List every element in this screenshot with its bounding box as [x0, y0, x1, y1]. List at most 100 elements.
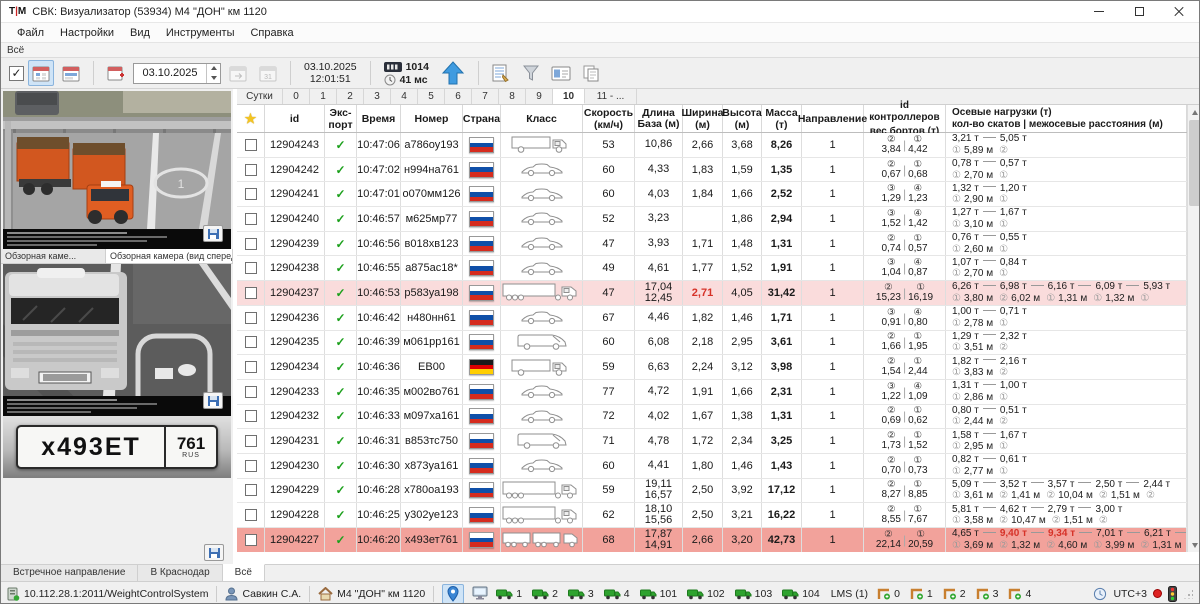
hour-tab-5[interactable]: 5 — [418, 89, 445, 104]
hour-tab-10[interactable]: 10 — [553, 89, 585, 104]
hour-tab-8[interactable]: 8 — [499, 89, 526, 104]
card-view-button[interactable] — [548, 60, 574, 86]
maximize-button[interactable] — [1119, 1, 1159, 22]
copy-button[interactable] — [578, 60, 604, 86]
calendar-next-button[interactable] — [225, 60, 251, 86]
row-checkbox[interactable] — [245, 139, 257, 151]
save-plate-button[interactable] — [204, 544, 224, 561]
hour-tab-Сутки[interactable]: Сутки — [237, 89, 283, 104]
column-header-6[interactable]: Скорость(км/ч) — [583, 105, 635, 132]
column-header-2[interactable]: Время — [357, 105, 401, 132]
row-checkbox[interactable] — [245, 410, 257, 422]
row-checkbox[interactable] — [245, 361, 257, 373]
table-row[interactable]: 12904235 ✓ 10:46:39 м061рр161 60 6,08 2,… — [237, 331, 1187, 356]
resize-grip[interactable] — [1183, 589, 1193, 599]
column-header-5[interactable]: Класс — [501, 105, 583, 132]
table-row[interactable]: 12904231 ✓ 10:46:31 в853тс750 71 4,78 1,… — [237, 429, 1187, 454]
row-checkbox[interactable] — [245, 534, 257, 546]
column-header-4[interactable]: Страна — [463, 105, 501, 132]
table-row[interactable]: 12904233 ✓ 10:46:35 м002во761 77 4,72 1,… — [237, 380, 1187, 405]
column-header-0[interactable]: id — [265, 105, 325, 132]
menu-item-1[interactable]: Настройки — [52, 25, 122, 41]
direction-tab-2[interactable]: Всё — [223, 564, 265, 581]
lane-status-3[interactable]: 3 — [568, 588, 594, 600]
table-row[interactable]: 12904228 ✓ 10:46:25 у302уе123 62 18,1015… — [237, 503, 1187, 528]
controller-status-0[interactable]: 0 — [877, 587, 900, 600]
lane-status-4[interactable]: 4 — [604, 588, 630, 600]
filter-button[interactable] — [518, 60, 544, 86]
hour-tab-11 - ...[interactable]: 11 - ... — [585, 89, 637, 104]
hour-tab-1[interactable]: 1 — [310, 89, 337, 104]
close-button[interactable] — [1159, 1, 1199, 22]
minimize-button[interactable] — [1079, 1, 1119, 22]
table-row[interactable]: 12904236 ✓ 10:46:42 н480нн61 67 4,46 1,8… — [237, 306, 1187, 331]
row-checkbox[interactable] — [245, 312, 257, 324]
table-row[interactable]: 12904240 ✓ 10:46:57 м625мр77 52 3,23 1,8… — [237, 207, 1187, 232]
column-header-11[interactable]: Направление — [802, 105, 864, 132]
monitor-button[interactable] — [469, 584, 491, 604]
scroll-down-button[interactable] — [1188, 538, 1200, 552]
hour-tab-3[interactable]: 3 — [364, 89, 391, 104]
camera-tab-1[interactable]: Обзорная камера (вид спереди; ... — [106, 249, 233, 263]
table-row[interactable]: 12904232 ✓ 10:46:33 м097ха161 72 4,02 1,… — [237, 405, 1187, 430]
camera-tab-0[interactable]: Обзорная каме... — [1, 249, 106, 263]
hour-tab-6[interactable]: 6 — [445, 89, 472, 104]
column-header-9[interactable]: Высота(м) — [723, 105, 762, 132]
menu-item-3[interactable]: Инструменты — [158, 25, 243, 41]
row-checkbox[interactable] — [245, 435, 257, 447]
report-button[interactable] — [488, 60, 514, 86]
lane-status-2[interactable]: 2 — [532, 588, 558, 600]
menu-item-4[interactable]: Справка — [242, 25, 301, 41]
table-row[interactable]: 12904242 ✓ 10:47:02 н994на761 60 4,33 1,… — [237, 158, 1187, 183]
column-header-3[interactable]: Номер — [401, 105, 463, 132]
direction-tab-1[interactable]: В Краснодар — [138, 564, 222, 581]
table-row[interactable]: 12904243 ✓ 10:47:06 а786оу193 53 10,86 2… — [237, 133, 1187, 158]
hour-tab-9[interactable]: 9 — [526, 89, 553, 104]
row-checkbox[interactable] — [245, 509, 257, 521]
row-checkbox[interactable] — [245, 336, 257, 348]
date-spinner[interactable] — [206, 64, 220, 83]
row-checkbox[interactable] — [245, 238, 257, 250]
column-header-8[interactable]: Ширина(м) — [683, 105, 723, 132]
lane-status-101[interactable]: 101 — [640, 588, 678, 600]
table-row[interactable]: 12904227 ✓ 10:46:20 х493ет761 68 17,8714… — [237, 528, 1187, 552]
table-row[interactable]: 12904229 ✓ 10:46:28 х780оа193 59 19,1116… — [237, 479, 1187, 504]
lane-status-104[interactable]: 104 — [782, 588, 820, 600]
row-checkbox[interactable] — [245, 164, 257, 176]
controller-status-1[interactable]: 1 — [910, 587, 933, 600]
calendar-month-button[interactable]: 31 — [255, 60, 281, 86]
lane-status-102[interactable]: 102 — [687, 588, 725, 600]
toolbar-checkbox[interactable]: ✓ — [9, 66, 24, 81]
table-row[interactable]: 12904230 ✓ 10:46:30 х873уа161 60 4,41 1,… — [237, 454, 1187, 479]
row-checkbox[interactable] — [245, 386, 257, 398]
table-row[interactable]: 12904237 ✓ 10:46:53 р583уа198 47 17,0412… — [237, 281, 1187, 306]
table-row[interactable]: 12904234 ✓ 10:46:36 ЕВ00 59 6,63 2,24 3,… — [237, 355, 1187, 380]
controller-status-2[interactable]: 2 — [943, 587, 966, 600]
column-header-7[interactable]: ДлинаБаза (м) — [635, 105, 683, 132]
hour-tab-2[interactable]: 2 — [337, 89, 364, 104]
column-header-10[interactable]: Масса(т) — [762, 105, 802, 132]
row-checkbox[interactable] — [245, 262, 257, 274]
controller-status-3[interactable]: 3 — [976, 587, 999, 600]
menu-item-0[interactable]: Файл — [9, 25, 52, 41]
row-checkbox[interactable] — [245, 484, 257, 496]
calendar-day-button[interactable] — [28, 60, 54, 86]
calendar-range-button[interactable] — [58, 60, 84, 86]
scroll-thumb[interactable] — [1189, 120, 1200, 206]
hour-tab-0[interactable]: 0 — [283, 89, 310, 104]
table-row[interactable]: 12904241 ✓ 10:47:01 о070мм126 60 4,03 1,… — [237, 182, 1187, 207]
lane-status-1[interactable]: 1 — [496, 588, 522, 600]
map-button[interactable] — [442, 584, 464, 604]
table-row[interactable]: 12904239 ✓ 10:46:56 в018хв123 47 3,93 1,… — [237, 232, 1187, 257]
save-image-button[interactable] — [203, 392, 223, 409]
scroll-up-button[interactable] — [1188, 105, 1200, 119]
hour-tab-7[interactable]: 7 — [472, 89, 499, 104]
upload-button[interactable] — [437, 60, 469, 86]
direction-tab-0[interactable]: Встречное направление — [1, 564, 138, 581]
row-checkbox[interactable] — [245, 287, 257, 299]
table-row[interactable]: 12904238 ✓ 10:46:55 а875ас18* 49 4,61 1,… — [237, 256, 1187, 281]
save-image-button[interactable] — [203, 225, 223, 242]
row-checkbox[interactable] — [245, 188, 257, 200]
calendar-add-button[interactable] — [103, 60, 129, 86]
lane-status-103[interactable]: 103 — [735, 588, 773, 600]
